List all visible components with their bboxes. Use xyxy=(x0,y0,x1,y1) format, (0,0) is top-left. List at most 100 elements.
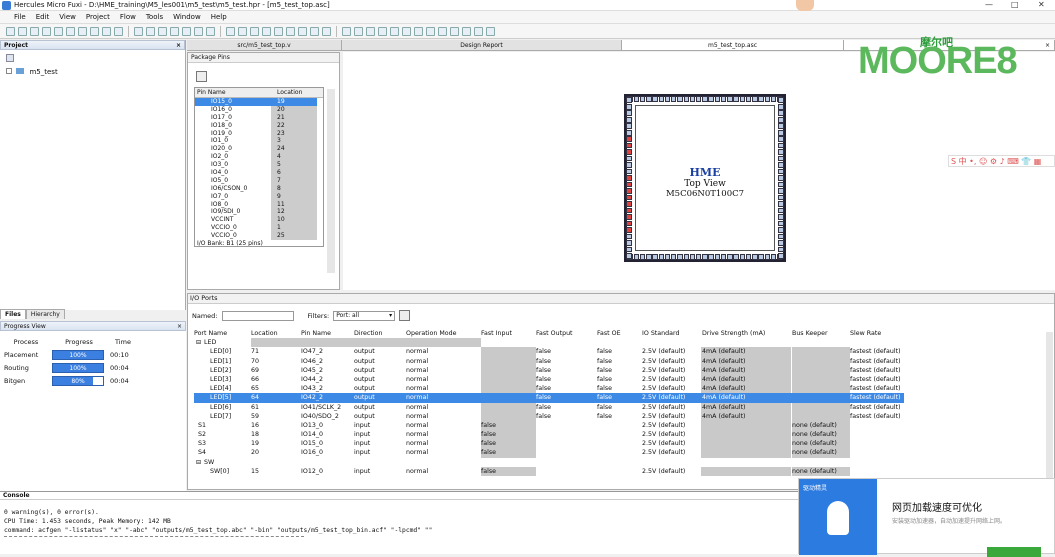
progress-panel-close-button[interactable]: × xyxy=(177,322,182,331)
group-row-sw[interactable]: ⊟ SW xyxy=(194,458,904,467)
package-pin[interactable] xyxy=(752,96,758,102)
cut-icon[interactable] xyxy=(78,26,87,36)
package-pin[interactable] xyxy=(778,97,784,104)
package-pin[interactable] xyxy=(778,116,784,123)
table-row[interactable]: LED[3] 66 IO44_2 output normal false false 2.5V… xyxy=(194,374,904,385)
table-row[interactable]: IO20_0 24 xyxy=(195,145,323,154)
table-row[interactable]: IO5_0 7 xyxy=(195,176,323,185)
list-icon[interactable] xyxy=(298,26,307,36)
package-pin[interactable] xyxy=(626,240,632,246)
bitgen-icon[interactable] xyxy=(390,26,399,36)
table-row[interactable]: LED[6] 61 IO41/SCLK_2 output normal false fals… xyxy=(194,402,904,412)
package-pin[interactable] xyxy=(778,175,784,181)
table-row[interactable]: LED[0] 71 IO47_2 output normal false false 2.5V… xyxy=(194,347,904,357)
package-pin[interactable] xyxy=(778,201,784,207)
menu-project[interactable]: Project xyxy=(86,13,110,21)
table-row[interactable]: LED[5] 64 IO42_2 output normal false false 2.5V… xyxy=(194,393,904,403)
map-icon[interactable] xyxy=(354,26,363,36)
close-file-icon[interactable] xyxy=(54,26,63,36)
goto-icon[interactable] xyxy=(182,26,191,36)
package-pin[interactable] xyxy=(778,207,784,214)
table-row[interactable]: IO2_0 4 xyxy=(195,153,323,162)
package-pin[interactable] xyxy=(745,254,752,260)
package-pin[interactable] xyxy=(646,254,652,260)
tree-item-project[interactable]: m5_test xyxy=(29,68,57,76)
package-pin[interactable] xyxy=(702,254,708,260)
paste-icon[interactable] xyxy=(102,26,111,36)
chip-package[interactable]: HME Top View M5C06N0T100C7 xyxy=(624,94,786,262)
package-pin[interactable] xyxy=(664,254,671,260)
project-panel-close-button[interactable]: × xyxy=(176,41,181,50)
package-pin[interactable] xyxy=(626,201,632,207)
new-icon[interactable] xyxy=(6,26,15,36)
package-pins-scrollbar[interactable] xyxy=(327,89,335,273)
table-row[interactable]: IO19_0 23 xyxy=(195,129,323,138)
lock-icon[interactable] xyxy=(196,71,207,82)
table-row[interactable]: LED[7] 59 IO40/SDO_2 output normal false false… xyxy=(194,411,904,421)
align-center-icon[interactable] xyxy=(274,26,283,36)
package-pin[interactable] xyxy=(739,254,746,260)
package-pin[interactable] xyxy=(626,175,632,181)
package-pin[interactable] xyxy=(671,254,677,260)
package-pin[interactable] xyxy=(639,254,646,260)
menu-view[interactable]: View xyxy=(59,13,76,21)
table-row[interactable]: IO9/SDI_0 12 xyxy=(195,208,323,217)
program-icon[interactable] xyxy=(402,26,411,36)
menu-window[interactable]: Window xyxy=(173,13,201,21)
package-pin[interactable] xyxy=(778,220,784,227)
tab-source-file[interactable]: src/m5_test_top.v xyxy=(187,40,342,50)
table-row[interactable]: IO18_0 22 xyxy=(195,121,323,130)
package-pin[interactable] xyxy=(778,188,784,194)
menu-flow[interactable]: Flow xyxy=(120,13,136,21)
package-pin[interactable] xyxy=(714,254,721,260)
package-pin[interactable] xyxy=(778,142,784,149)
package-pin[interactable] xyxy=(714,96,721,102)
grid-icon[interactable] xyxy=(322,26,331,36)
table-row[interactable]: S2 18 IO14_0 input normal false 2.5V (default)… xyxy=(194,430,904,440)
power-icon[interactable] xyxy=(450,26,459,36)
filter-select[interactable]: Port: all ▾ xyxy=(333,310,396,321)
collapse-icon[interactable]: ⊟ xyxy=(196,338,201,347)
italic-icon[interactable] xyxy=(238,26,247,36)
package-pin[interactable] xyxy=(745,96,752,102)
table-row[interactable]: IO8_0 11 xyxy=(195,200,323,209)
package-pin[interactable] xyxy=(733,254,739,260)
package-pin[interactable] xyxy=(764,96,770,102)
package-pin[interactable] xyxy=(626,129,632,136)
group-row-led[interactable]: ⊟ LED xyxy=(194,338,904,348)
notification-popup[interactable]: 驱动精灵 网页加载速度可优化 安装驱动加速器，自动加速提升网络上网。 xyxy=(798,478,1055,557)
package-pin[interactable] xyxy=(664,96,671,102)
align-right-icon[interactable] xyxy=(286,26,295,36)
maximize-button[interactable]: □ xyxy=(1011,0,1019,9)
package-pin[interactable] xyxy=(778,181,784,188)
tree-expand-icon[interactable] xyxy=(6,68,12,74)
table-row[interactable]: IO15_0 19 xyxy=(195,98,323,106)
bookmark-icon[interactable] xyxy=(194,26,203,36)
package-pin[interactable] xyxy=(626,220,632,227)
package-pin[interactable] xyxy=(626,253,632,259)
package-pin[interactable] xyxy=(626,162,632,168)
package-pin[interactable] xyxy=(739,96,746,102)
open-icon[interactable] xyxy=(18,26,27,36)
table-row[interactable]: VCCIO_0 1 xyxy=(195,224,323,233)
package-pin[interactable] xyxy=(708,254,714,260)
package-pin[interactable] xyxy=(778,129,784,136)
table-row[interactable]: IO1_0 3 xyxy=(195,137,323,146)
package-pin[interactable] xyxy=(778,162,784,168)
report-icon[interactable] xyxy=(462,26,471,36)
tab-design-report[interactable]: Design Report xyxy=(342,40,622,50)
save-all-icon[interactable] xyxy=(42,26,51,36)
package-pin[interactable] xyxy=(778,240,784,246)
package-pin[interactable] xyxy=(626,116,632,123)
package-pin[interactable] xyxy=(677,96,683,102)
package-pin[interactable] xyxy=(689,96,696,102)
bank-group-row[interactable]: I/O Bank: B1 (25 pins) xyxy=(195,240,323,246)
menu-edit[interactable]: Edit xyxy=(36,13,50,21)
package-pin[interactable] xyxy=(626,103,632,110)
package-pin[interactable] xyxy=(702,96,708,102)
package-pin[interactable] xyxy=(646,96,652,102)
menu-help[interactable]: Help xyxy=(211,13,227,21)
place-icon[interactable] xyxy=(366,26,375,36)
tab-hierarchy[interactable]: Hierarchy xyxy=(25,309,65,319)
package-pin[interactable] xyxy=(652,254,658,260)
